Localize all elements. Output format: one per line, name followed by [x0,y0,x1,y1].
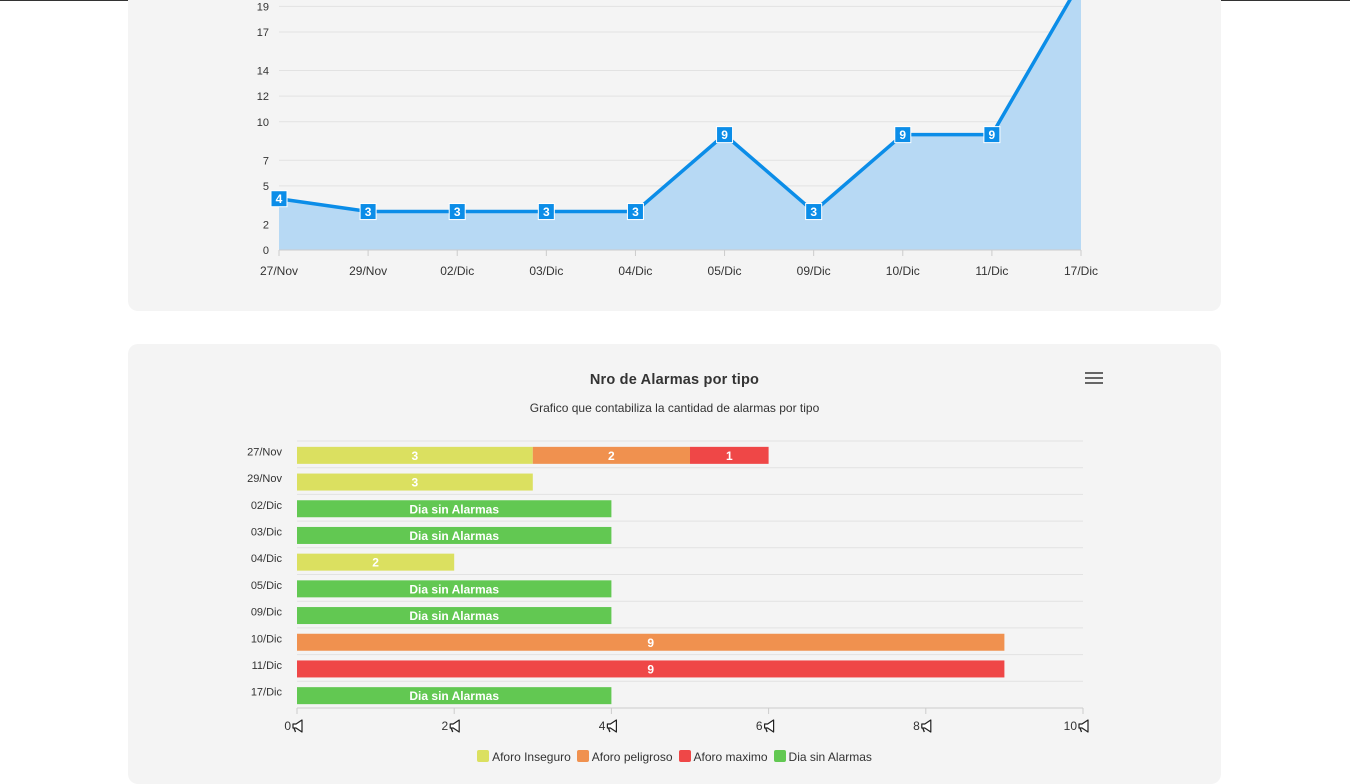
data-label: 3 [359,203,377,221]
category-label: 05/Dic [251,580,283,592]
x-tick-label: 02/Dic [440,264,474,278]
data-label-text: 9 [721,128,728,142]
category-label: 27/Nov [247,446,282,458]
y-tick-label: 12 [257,91,269,103]
legend-label: Dia sin Alarmas [788,750,872,764]
megaphone-icon [763,719,775,733]
bar-label: Dia sin Alarmas [409,609,499,623]
x-tick-label: 27/Nov [260,264,298,278]
bar-label: 9 [647,662,654,676]
data-label-text: 3 [365,205,372,219]
legend-label: Aforo peligroso [591,750,673,764]
y-axis-labels: 0 2 5 7 10 12 14 17 19 [257,1,269,257]
x-tick-label: 09/Dic [797,264,831,278]
category-label: 17/Dic [251,687,283,699]
category-label: 03/Dic [251,526,283,538]
data-label: 9 [716,126,734,144]
bar-label: 2 [372,556,379,570]
x-tick-label: 04/Dic [618,264,652,278]
legend-item[interactable]: Aforo maximo [678,750,768,764]
data-label-text: 4 [276,192,283,206]
bar-label: Dia sin Alarmas [409,529,499,543]
line-chart-card: 0 2 5 7 10 12 14 17 19 27/Nov 29/Nov 02/Dic 03/Dic 04… [128,0,1221,311]
x-axis-labels: 27/Nov 29/Nov 02/Dic 03/Dic 04/Dic 05/Dic 09/D… [260,264,1098,278]
data-label: 9 [983,126,1001,144]
bar-chart: 27/Nov 29/Nov 02/Dic 03/Dic 04/Dic 05/Dic 09/D… [247,440,1089,733]
x-tick-label: 8 [913,719,920,733]
megaphone-icon [921,719,932,733]
bar-label: 9 [647,636,654,650]
data-label: 3 [626,203,644,221]
bar-label: Dia sin Alarmas [409,582,499,596]
line-chart: 0 2 5 7 10 12 14 17 19 27/Nov 29/Nov 02/Dic 03/Dic 04… [257,0,1098,278]
x-tick-label: 11/Dic [975,264,1008,278]
legend-label: Aforo maximo [693,750,768,764]
x-tick-label: 05/Dic [708,264,742,278]
bar-label: 3 [412,476,419,490]
data-label: 9 [894,126,912,144]
y-tick-label: 2 [263,219,269,231]
megaphone-icon [449,719,460,733]
data-label-text: 3 [543,205,550,219]
y-tick-label: 10 [257,117,269,129]
megaphone-icon [292,719,303,733]
category-label: 10/Dic [251,633,283,645]
y-tick-label: 17 [257,27,269,39]
x-tick-label: 17/Dic [1064,264,1098,278]
y-tick-label: 5 [263,181,269,193]
megaphone-icon [1078,719,1089,733]
y-tick-label: 14 [257,66,269,78]
chart-legend: Aforo Inseguro Aforo peligroso Aforo maxim… [128,750,1221,764]
x-tick-label: 0 [284,719,291,733]
y-tick-label: 19 [257,1,269,13]
bar-label: Dia sin Alarmas [409,502,499,516]
data-label-text: 3 [632,205,639,219]
y-tick-label: 0 [263,245,269,257]
legend-item[interactable]: Aforo Inseguro [477,750,571,764]
megaphone-icon [606,719,617,733]
bar-label: 1 [726,449,733,463]
legend-swatch [576,750,589,762]
x-tick-label: 2 [442,719,449,733]
x-tick-label: 29/Nov [349,264,387,278]
bar-label: 3 [412,449,419,463]
x-tick-label: 4 [599,719,606,733]
data-label-text: 3 [810,205,817,219]
data-label: 4 [270,190,288,208]
bar-chart-card: Nro de Alarmas por tipo Grafico que cont… [128,344,1221,784]
data-label-text: 3 [454,205,461,219]
data-label-text: 9 [989,128,996,142]
y-axis-labels: 27/Nov 29/Nov 02/Dic 03/Dic 04/Dic 05/Dic 09/D… [247,446,282,698]
legend-swatch [773,750,786,762]
x-tick-label: 10 [1064,719,1078,733]
legend-label: Aforo Inseguro [492,750,571,764]
legend-item[interactable]: Dia sin Alarmas [773,750,872,764]
category-label: 04/Dic [251,553,283,565]
bars: 3 2 1 3 Dia sin Alarmas Dia sin Alarmas 2 Dia s… [297,446,1005,705]
x-tick-label: 6 [756,719,763,733]
legend-swatch [477,750,490,762]
x-axis-labels: 0 2 4 6 8 10 [284,719,1089,733]
legend-swatch [678,750,691,762]
category-label: 09/Dic [251,607,283,619]
legend-item[interactable]: Aforo peligroso [576,750,673,764]
data-label: 3 [805,203,823,221]
x-tick-label: 03/Dic [529,264,563,278]
bar-label: Dia sin Alarmas [409,689,499,703]
x-tick-label: 10/Dic [886,264,920,278]
y-tick-label: 7 [263,155,269,167]
category-label: 11/Dic [252,660,283,672]
data-label-text: 9 [899,128,906,142]
bar-label: 2 [608,449,615,463]
category-label: 29/Nov [247,473,282,485]
data-label: 3 [537,203,555,221]
category-label: 02/Dic [251,500,283,512]
data-label: 3 [448,203,466,221]
